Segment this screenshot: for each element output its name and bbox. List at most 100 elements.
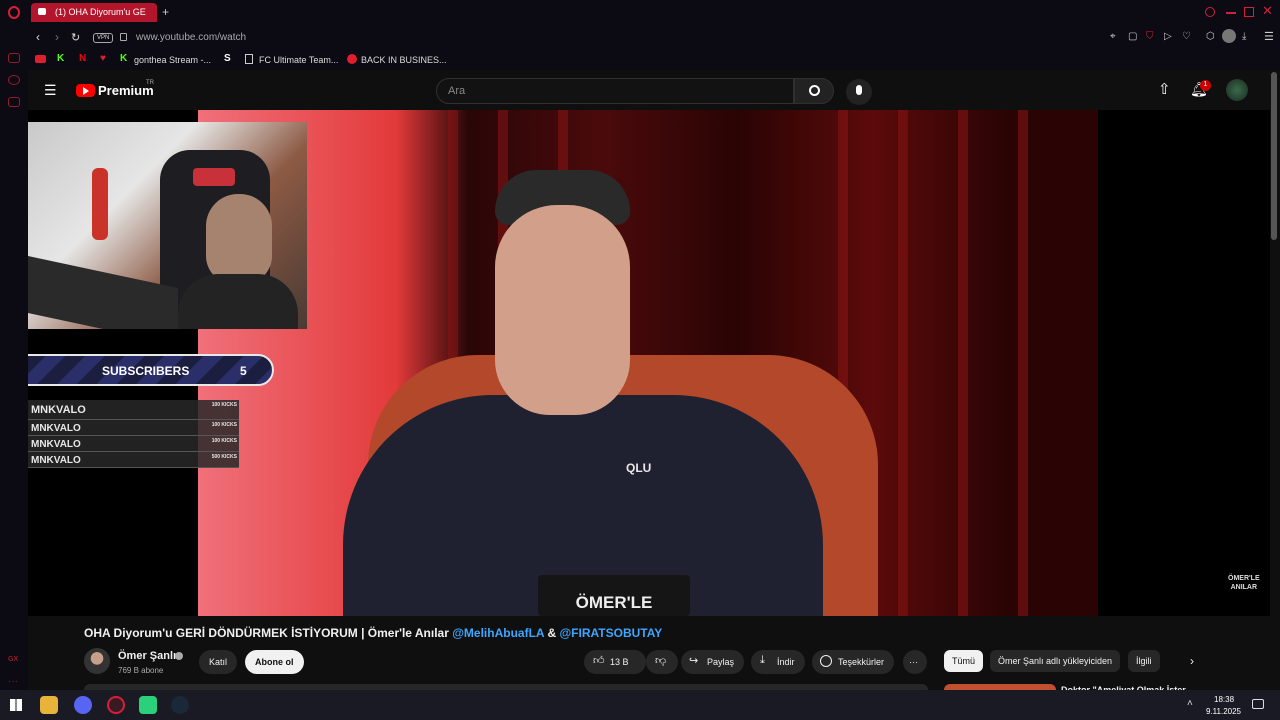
discord-icon[interactable] [74, 696, 92, 714]
address-bar: ‹ › ↻ VPN www.youtube.com/watch ⌖ ▢ ⛉ ▷ … [28, 26, 1280, 50]
gifter-name: MNKVALO [31, 455, 81, 466]
upload-icon[interactable]: ⇧ [1158, 80, 1171, 98]
android-app-icon[interactable] [139, 696, 157, 714]
host-head [495, 205, 630, 415]
minimize-button[interactable] [1226, 12, 1236, 14]
new-tab-button[interactable]: + [162, 5, 169, 19]
dislike-button[interactable]: 👎︎ [646, 650, 678, 674]
search-tabs-icon[interactable] [1205, 7, 1215, 17]
steam-icon[interactable] [171, 696, 189, 714]
more-icon[interactable]: ··· [8, 676, 18, 687]
channel-watermark[interactable]: ÖMER'LE ANILAR [1228, 574, 1260, 592]
clock-date[interactable]: 9.11.2025 [1206, 707, 1241, 716]
hamburger-menu-icon[interactable]: ☰ [44, 82, 57, 99]
wallet-icon[interactable] [8, 97, 20, 107]
menu-icon[interactable]: ☰ [1264, 30, 1274, 43]
voice-search-button[interactable] [846, 79, 872, 105]
url-field[interactable]: www.youtube.com/watch [136, 32, 246, 43]
forward-icon[interactable]: › [55, 30, 59, 44]
tray-chevron-icon[interactable]: ˄ [1187, 698, 1193, 709]
back-icon[interactable]: ‹ [36, 30, 40, 44]
document-icon [245, 54, 253, 64]
messenger-icon[interactable] [8, 53, 20, 63]
channel-avatar[interactable] [84, 648, 110, 674]
windows-start-icon[interactable] [10, 699, 22, 711]
s-bookmark-icon[interactable]: S [224, 53, 231, 64]
chip-all[interactable]: Tümü [944, 650, 984, 672]
reload-icon[interactable]: ↻ [71, 31, 80, 44]
chip-related[interactable]: İlgili [1128, 650, 1160, 672]
gifter-name: MNKVALO [31, 404, 86, 416]
kick-gift-list: MNKVALO 100 KICKS MNKVALO 100 KICKS MNKV… [28, 400, 239, 468]
channel-name[interactable]: Ömer Şanlı [118, 650, 176, 662]
close-button[interactable]: ✕ [1262, 3, 1273, 19]
page-scrollbar[interactable] [1271, 72, 1277, 240]
subscriber-count: 769 B abone [118, 666, 164, 675]
shield-icon[interactable]: ⛉ [1146, 31, 1154, 42]
share-button[interactable]: ↪ Paylaş [681, 650, 745, 674]
download-button[interactable]: ⤓ İndir [751, 650, 805, 674]
browser-tab[interactable]: (1) OHA Diyorum'u GE [31, 3, 157, 22]
like-count: 13 B [610, 657, 629, 667]
chip-from-uploader[interactable]: Ömer Şanlı adlı yükleyiciden [990, 650, 1121, 672]
title-text: OHA Diyorum'u GERİ DÖNDÜRMEK İSTİYORUM |… [84, 626, 453, 640]
pin-icon[interactable]: ⌖ [1110, 31, 1116, 42]
gx-icon[interactable]: GX [8, 656, 18, 663]
search-button[interactable] [794, 78, 834, 104]
download-icon[interactable]: ⤓ [1242, 31, 1246, 42]
clock-time[interactable]: 18:38 [1214, 695, 1234, 704]
mention-link[interactable]: @MelihAbuafLA [452, 626, 544, 640]
chair-logo [193, 168, 235, 186]
bookmark-link[interactable]: FC Ultimate Team... [259, 55, 338, 65]
mention-link[interactable]: @FIRATSOBUTAY [559, 626, 662, 640]
history-icon[interactable] [8, 75, 20, 85]
watermark-line: ÖMER'LE [1228, 575, 1260, 582]
channel-row: Ömer Şanlı 769 B abone Katıl Abone ol 👍︎… [84, 648, 944, 678]
file-explorer-icon[interactable] [40, 696, 58, 714]
kick-bookmark-icon[interactable]: K [57, 53, 64, 64]
opera-sidebar: GX ··· [0, 26, 28, 690]
streamer-webcam [28, 122, 307, 329]
subscribe-button[interactable]: Abone ol [245, 650, 304, 674]
streamer-body [178, 274, 298, 329]
verified-icon [175, 652, 183, 660]
snapshot-icon[interactable]: ▢ [1128, 31, 1137, 42]
heart-bookmark-icon[interactable]: ♥ [100, 53, 106, 64]
maximize-button[interactable] [1244, 7, 1254, 17]
windows-taskbar: ˄ 18:38 9.11.2025 [0, 690, 1280, 720]
share-label: Paylaş [707, 657, 735, 667]
thumbs-down-icon: 👎︎ [655, 655, 667, 667]
youtube-bookmark-icon[interactable] [35, 55, 46, 63]
gift-amount: 100 KICKS [211, 438, 237, 444]
more-actions-button[interactable]: ··· [903, 650, 927, 674]
play-icon[interactable]: ▷ [1164, 31, 1172, 42]
thanks-label: Teşekkürler [838, 657, 885, 667]
search-icon [809, 85, 820, 96]
bookmark-link[interactable]: gonthea Stream -... [134, 55, 211, 65]
desk-sign: ÖMER'LE [538, 575, 690, 616]
like-button[interactable]: 👍︎ 13 B [584, 650, 646, 674]
bookmark-link[interactable]: BACK IN BUSINES... [361, 55, 447, 65]
netflix-bookmark-icon[interactable]: N [79, 53, 86, 64]
monitor [28, 256, 178, 329]
video-player[interactable]: QLU ÖMER'LE 3 SUBSCRIBERS 5 MNKVALO 100 … [28, 110, 1270, 616]
opera-gx-taskbar-icon[interactable] [107, 696, 125, 714]
chevron-right-icon[interactable]: › [1190, 654, 1194, 668]
shirt-logo: QLU [626, 461, 652, 475]
profile-avatar[interactable] [1222, 29, 1236, 43]
opera-logo-icon[interactable] [8, 6, 20, 19]
extensions-icon[interactable]: ⬡ [1206, 31, 1215, 42]
youtube-tab-icon [38, 8, 46, 15]
join-button[interactable]: Katıl [199, 650, 238, 674]
account-avatar[interactable] [1226, 79, 1248, 101]
thanks-button[interactable]: Teşekkürler [812, 650, 895, 674]
notification-center-icon[interactable] [1252, 699, 1264, 709]
extension-icons[interactable]: ⌖ ▢ ⛉ ▷ ♡ ⬡ ⤓ [1108, 29, 1258, 45]
microphone [92, 168, 108, 240]
gift-amount: 500 KICKS [211, 454, 237, 460]
subs-goal: 5 [240, 364, 247, 378]
vpn-badge[interactable]: VPN [93, 33, 114, 43]
heart-icon[interactable]: ♡ [1182, 31, 1191, 42]
bookmarks-bar: K N ♥ K gonthea Stream -... S FC Ultimat… [28, 50, 1280, 70]
search-input[interactable]: Ara [436, 78, 794, 104]
